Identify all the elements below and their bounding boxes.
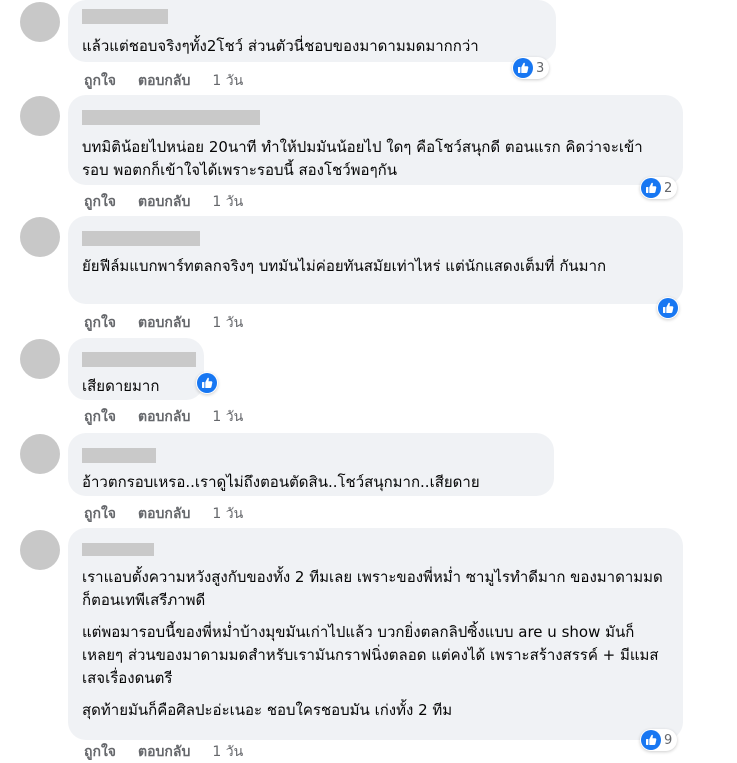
timestamp[interactable]: 1 วัน <box>212 191 243 213</box>
redacted-author-name[interactable] <box>82 543 154 556</box>
comment-paragraph: แล้วแต่ชอบจริงๆทั้ง2โชว์ ส่วนตัวนี่ชอบขอ… <box>82 37 479 55</box>
reaction-count[interactable]: 2 <box>640 177 678 199</box>
reply-button[interactable]: ตอบกลับ <box>138 312 190 334</box>
redacted-author-name[interactable] <box>82 352 196 367</box>
comment-paragraph: อ้าวตกรอบเหรอ..เราดูไม่ถึงตอนตัดสิน..โชว… <box>82 473 480 491</box>
reply-button[interactable]: ตอบกลับ <box>138 70 190 92</box>
like-reaction-icon <box>641 730 661 750</box>
avatar[interactable] <box>20 96 60 136</box>
comment-paragraph: สุดท้ายมันก็คือศิลปะอ่ะเนอะ ชอบใครชอบมัน… <box>82 701 453 719</box>
comment-paragraph: แต่พอมารอบนี้ของพี่หม่ำบ้างมุขมันเก่าไปแ… <box>82 623 659 687</box>
redacted-author-name[interactable] <box>82 110 260 125</box>
comment-text: เราแอบตั้งความหวังสูงกับของทั้ง 2 ทีมเลย… <box>82 566 669 722</box>
like-button[interactable]: ถูกใจ <box>84 741 116 763</box>
comment-bubble: อ้าวตกรอบเหรอ..เราดูไม่ถึงตอนตัดสิน..โชว… <box>68 433 554 496</box>
reaction-count[interactable]: 3 <box>512 57 550 79</box>
comment-bubble: ยัยฟีล์มแบกพาร์ทตลกจริงๆ บทมันไม่ค่อยทัน… <box>68 216 683 304</box>
reply-button[interactable]: ตอบกลับ <box>138 741 190 763</box>
like-button[interactable]: ถูกใจ <box>84 406 116 428</box>
comment-bubble: เราแอบตั้งความหวังสูงกับของทั้ง 2 ทีมเลย… <box>68 528 683 740</box>
reaction-number: 3 <box>536 60 545 76</box>
comment-paragraph: เราแอบตั้งความหวังสูงกับของทั้ง 2 ทีมเลย… <box>82 568 663 609</box>
like-button[interactable]: ถูกใจ <box>84 191 116 213</box>
avatar[interactable] <box>20 2 60 42</box>
redacted-author-name[interactable] <box>82 231 200 246</box>
like-reaction-icon <box>197 373 217 393</box>
reaction-number: 9 <box>664 732 673 748</box>
avatar[interactable] <box>20 434 60 474</box>
reply-button[interactable]: ตอบกลับ <box>138 503 190 525</box>
comment-actions: ถูกใจ ตอบกลับ 1 วัน <box>84 741 243 763</box>
reaction-count[interactable]: 9 <box>640 729 678 751</box>
comment-actions: ถูกใจ ตอบกลับ 1 วัน <box>84 503 243 525</box>
like-reaction-icon <box>658 298 678 318</box>
like-reaction-icon <box>641 178 661 198</box>
timestamp[interactable]: 1 วัน <box>212 503 243 525</box>
comment-text: ยัยฟีล์มแบกพาร์ทตลกจริงๆ บทมันไม่ค่อยทัน… <box>82 255 669 278</box>
comment-paragraph: ยัยฟีล์มแบกพาร์ทตลกจริงๆ บทมันไม่ค่อยทัน… <box>82 257 607 275</box>
reply-button[interactable]: ตอบกลับ <box>138 191 190 213</box>
comment-text: บทมิติน้อยไปหน่อย 20นาที ทำให้ปมมันน้อยไ… <box>82 136 669 182</box>
comment-text: อ้าวตกรอบเหรอ..เราดูไม่ถึงตอนตัดสิน..โชว… <box>82 471 540 494</box>
timestamp[interactable]: 1 วัน <box>212 406 243 428</box>
reaction-number: 2 <box>664 180 673 196</box>
comment-bubble: แล้วแต่ชอบจริงๆทั้ง2โชว์ ส่วนตัวนี่ชอบขอ… <box>68 0 556 62</box>
comment-paragraph: เสียดายมาก <box>82 377 160 395</box>
like-button[interactable]: ถูกใจ <box>84 503 116 525</box>
avatar[interactable] <box>20 217 60 257</box>
comment-actions: ถูกใจ ตอบกลับ 1 วัน <box>84 191 243 213</box>
reply-button[interactable]: ตอบกลับ <box>138 406 190 428</box>
comment-text: เสียดายมาก <box>82 375 190 398</box>
like-reaction-icon <box>513 58 533 78</box>
redacted-author-name[interactable] <box>82 448 156 463</box>
like-button[interactable]: ถูกใจ <box>84 312 116 334</box>
timestamp[interactable]: 1 วัน <box>212 741 243 763</box>
comment-paragraph: บทมิติน้อยไปหน่อย 20นาที ทำให้ปมมันน้อยไ… <box>82 138 643 179</box>
comment-actions: ถูกใจ ตอบกลับ 1 วัน <box>84 406 243 428</box>
comment-text: แล้วแต่ชอบจริงๆทั้ง2โชว์ ส่วนตัวนี่ชอบขอ… <box>82 35 542 58</box>
comment-actions: ถูกใจ ตอบกลับ 1 วัน <box>84 312 243 334</box>
timestamp[interactable]: 1 วัน <box>212 70 243 92</box>
reaction-count[interactable] <box>196 372 218 394</box>
avatar[interactable] <box>20 339 60 379</box>
timestamp[interactable]: 1 วัน <box>212 312 243 334</box>
avatar[interactable] <box>20 530 60 570</box>
comment-bubble: บทมิติน้อยไปหน่อย 20นาที ทำให้ปมมันน้อยไ… <box>68 95 683 185</box>
like-button[interactable]: ถูกใจ <box>84 70 116 92</box>
comment-actions: ถูกใจ ตอบกลับ 1 วัน <box>84 70 243 92</box>
redacted-author-name[interactable] <box>82 9 168 24</box>
comment-bubble: เสียดายมาก <box>68 338 204 400</box>
reaction-count[interactable] <box>657 297 679 319</box>
